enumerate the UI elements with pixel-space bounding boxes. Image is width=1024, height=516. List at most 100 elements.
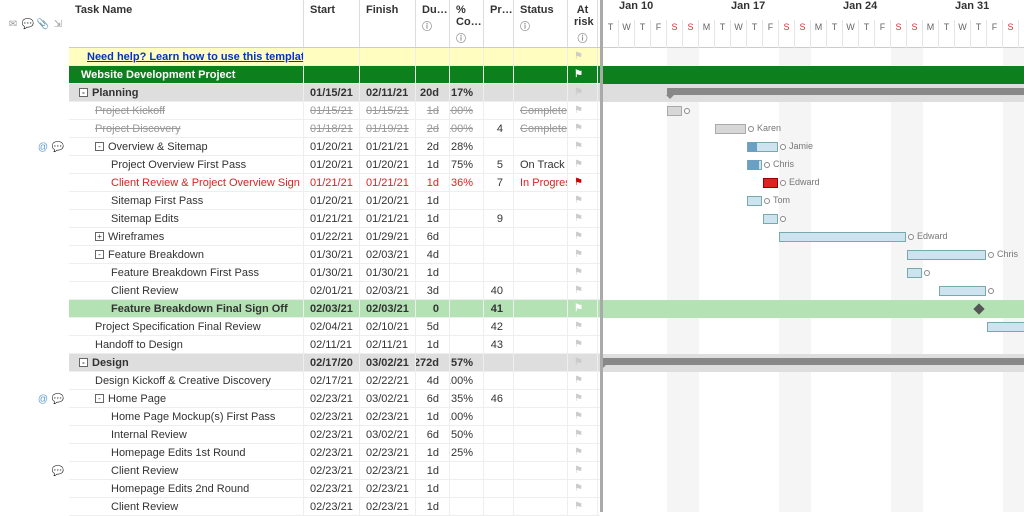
toolbar-icon[interactable]: ⇲ bbox=[51, 19, 65, 30]
milestone-icon[interactable] bbox=[973, 303, 984, 314]
expand-toggle-icon[interactable]: + bbox=[95, 232, 104, 241]
task-row[interactable]: Homepage Edits 2nd Round02/23/2102/23/21… bbox=[69, 480, 600, 498]
toolbar-icon[interactable]: 📎 bbox=[36, 19, 50, 30]
collapse-toggle-icon[interactable]: - bbox=[95, 250, 104, 259]
at-risk-flag-icon[interactable]: ⚑ bbox=[574, 69, 583, 80]
at-risk-flag-icon[interactable]: ⚑ bbox=[574, 411, 583, 422]
at-risk-flag-icon[interactable]: ⚑ bbox=[574, 141, 583, 152]
task-row[interactable]: -Design02/17/2003/02/21272d57%⚑ bbox=[69, 354, 600, 372]
col-task-name[interactable]: Task Name bbox=[69, 0, 304, 47]
task-row[interactable]: Project Specification Final Review02/04/… bbox=[69, 318, 600, 336]
help-link[interactable]: Need help? Learn how to use this templat… bbox=[87, 51, 304, 63]
task-row[interactable]: Client Review02/23/2102/23/211d⚑ bbox=[69, 498, 600, 516]
task-row[interactable]: Sitemap First Pass01/20/2101/20/211d⚑ bbox=[69, 192, 600, 210]
at-risk-flag-icon[interactable]: ⚑ bbox=[574, 393, 583, 404]
task-row[interactable]: -Home Page02/23/2103/02/216d35%46⚑ bbox=[69, 390, 600, 408]
at-risk-flag-icon[interactable]: ⚑ bbox=[574, 231, 583, 242]
dependency-handle-icon[interactable] bbox=[684, 108, 690, 114]
at-risk-flag-icon[interactable]: ⚑ bbox=[574, 267, 583, 278]
at-risk-flag-icon[interactable]: ⚑ bbox=[574, 159, 583, 170]
at-risk-flag-icon[interactable]: ⚑ bbox=[574, 195, 583, 206]
task-bar[interactable] bbox=[747, 196, 762, 206]
comment-icon[interactable]: 💬 bbox=[51, 394, 65, 405]
task-row[interactable]: Feature Breakdown Final Sign Off02/03/21… bbox=[69, 300, 600, 318]
task-row[interactable]: Homepage Edits 1st Round02/23/2102/23/21… bbox=[69, 444, 600, 462]
at-risk-flag-icon[interactable]: ⚑ bbox=[574, 285, 583, 296]
at-risk-flag-icon[interactable]: ⚑ bbox=[574, 375, 583, 386]
task-bar[interactable] bbox=[715, 124, 746, 134]
task-bar[interactable] bbox=[907, 268, 922, 278]
at-risk-flag-icon[interactable]: ⚑ bbox=[574, 249, 583, 260]
task-bar[interactable] bbox=[987, 322, 1024, 332]
task-row[interactable]: -Planning01/15/2102/11/2120d17%⚑ bbox=[69, 84, 600, 102]
col-status[interactable]: Statusⓘ bbox=[514, 0, 568, 47]
task-bar[interactable] bbox=[747, 160, 762, 170]
col-predecessors[interactable]: Pr… bbox=[484, 0, 514, 47]
collapse-toggle-icon[interactable]: - bbox=[95, 394, 104, 403]
at-risk-flag-icon[interactable]: ⚑ bbox=[574, 321, 583, 332]
task-bar[interactable] bbox=[763, 214, 778, 224]
col-pct-complete[interactable]: % Co…ⓘ bbox=[450, 0, 484, 47]
task-row[interactable]: -Feature Breakdown01/30/2102/03/214d⚑ bbox=[69, 246, 600, 264]
col-at-risk[interactable]: At riskⓘ bbox=[568, 0, 598, 47]
dependency-handle-icon[interactable] bbox=[780, 180, 786, 186]
col-finish[interactable]: Finish bbox=[360, 0, 416, 47]
task-row[interactable]: Internal Review02/23/2103/02/216d50%⚑ bbox=[69, 426, 600, 444]
task-row[interactable]: +Wireframes01/22/2101/29/216d⚑ bbox=[69, 228, 600, 246]
dependency-handle-icon[interactable] bbox=[924, 270, 930, 276]
task-row[interactable]: Handoff to Design02/11/2102/11/211d43⚑ bbox=[69, 336, 600, 354]
task-row[interactable]: Design Kickoff & Creative Discovery02/17… bbox=[69, 372, 600, 390]
task-row[interactable]: Feature Breakdown First Pass01/30/2101/3… bbox=[69, 264, 600, 282]
dependency-handle-icon[interactable] bbox=[780, 216, 786, 222]
dependency-handle-icon[interactable] bbox=[764, 198, 770, 204]
task-row[interactable]: Need help? Learn how to use this templat… bbox=[69, 48, 600, 66]
mention-icon[interactable]: @ bbox=[36, 394, 50, 405]
task-bar[interactable] bbox=[763, 178, 778, 188]
summary-bar[interactable] bbox=[667, 88, 1024, 95]
at-risk-flag-icon[interactable]: ⚑ bbox=[574, 429, 583, 440]
task-row[interactable]: Sitemap Edits01/21/2101/21/211d9⚑ bbox=[69, 210, 600, 228]
task-row[interactable]: Home Page Mockup(s) First Pass02/23/2102… bbox=[69, 408, 600, 426]
task-bar[interactable] bbox=[747, 142, 778, 152]
comment-icon[interactable]: 💬 bbox=[51, 142, 65, 153]
at-risk-flag-icon[interactable]: ⚑ bbox=[574, 177, 583, 188]
dependency-handle-icon[interactable] bbox=[908, 234, 914, 240]
at-risk-flag-icon[interactable]: ⚑ bbox=[574, 87, 583, 98]
at-risk-flag-icon[interactable]: ⚑ bbox=[574, 357, 583, 368]
task-row[interactable]: Client Review02/01/2102/03/213d40⚑ bbox=[69, 282, 600, 300]
dependency-handle-icon[interactable] bbox=[988, 288, 994, 294]
col-duration[interactable]: Du…ⓘ bbox=[416, 0, 450, 47]
task-bar[interactable] bbox=[667, 106, 682, 116]
task-row[interactable]: -Overview & Sitemap01/20/2101/21/212d28%… bbox=[69, 138, 600, 156]
dependency-handle-icon[interactable] bbox=[988, 252, 994, 258]
collapse-toggle-icon[interactable]: - bbox=[79, 88, 88, 97]
dependency-handle-icon[interactable] bbox=[764, 162, 770, 168]
at-risk-flag-icon[interactable]: ⚑ bbox=[574, 483, 583, 494]
mention-icon[interactable]: @ bbox=[36, 142, 50, 153]
task-row[interactable]: Project Discovery01/18/2101/19/212d100%4… bbox=[69, 120, 600, 138]
toolbar-icon[interactable]: ✉ bbox=[6, 19, 20, 30]
at-risk-flag-icon[interactable]: ⚑ bbox=[574, 51, 583, 62]
at-risk-flag-icon[interactable]: ⚑ bbox=[574, 213, 583, 224]
task-bar[interactable] bbox=[939, 286, 986, 296]
task-row[interactable]: Project Overview First Pass01/20/2101/20… bbox=[69, 156, 600, 174]
task-row[interactable]: Client Review02/23/2102/23/211d⚑ bbox=[69, 462, 600, 480]
task-row[interactable]: Website Development Project⚑ bbox=[69, 66, 600, 84]
col-start[interactable]: Start bbox=[304, 0, 360, 47]
gantt-panel[interactable]: Jan 10Jan 17Jan 24Jan 31MTWTFSSMTWTFSSMT… bbox=[600, 0, 1024, 512]
toolbar-icon[interactable]: 💬 bbox=[21, 19, 35, 30]
at-risk-flag-icon[interactable]: ⚑ bbox=[574, 447, 583, 458]
comment-icon[interactable]: 💬 bbox=[51, 466, 65, 477]
collapse-toggle-icon[interactable]: - bbox=[95, 142, 104, 151]
task-bar[interactable] bbox=[779, 232, 906, 242]
dependency-handle-icon[interactable] bbox=[780, 144, 786, 150]
at-risk-flag-icon[interactable]: ⚑ bbox=[574, 339, 583, 350]
dependency-handle-icon[interactable] bbox=[748, 126, 754, 132]
at-risk-flag-icon[interactable]: ⚑ bbox=[574, 303, 583, 314]
at-risk-flag-icon[interactable]: ⚑ bbox=[574, 123, 583, 134]
at-risk-flag-icon[interactable]: ⚑ bbox=[574, 465, 583, 476]
at-risk-flag-icon[interactable]: ⚑ bbox=[574, 105, 583, 116]
task-row[interactable]: Project Kickoff01/15/2101/15/211d100%Com… bbox=[69, 102, 600, 120]
at-risk-flag-icon[interactable]: ⚑ bbox=[574, 501, 583, 512]
collapse-toggle-icon[interactable]: - bbox=[79, 358, 88, 367]
